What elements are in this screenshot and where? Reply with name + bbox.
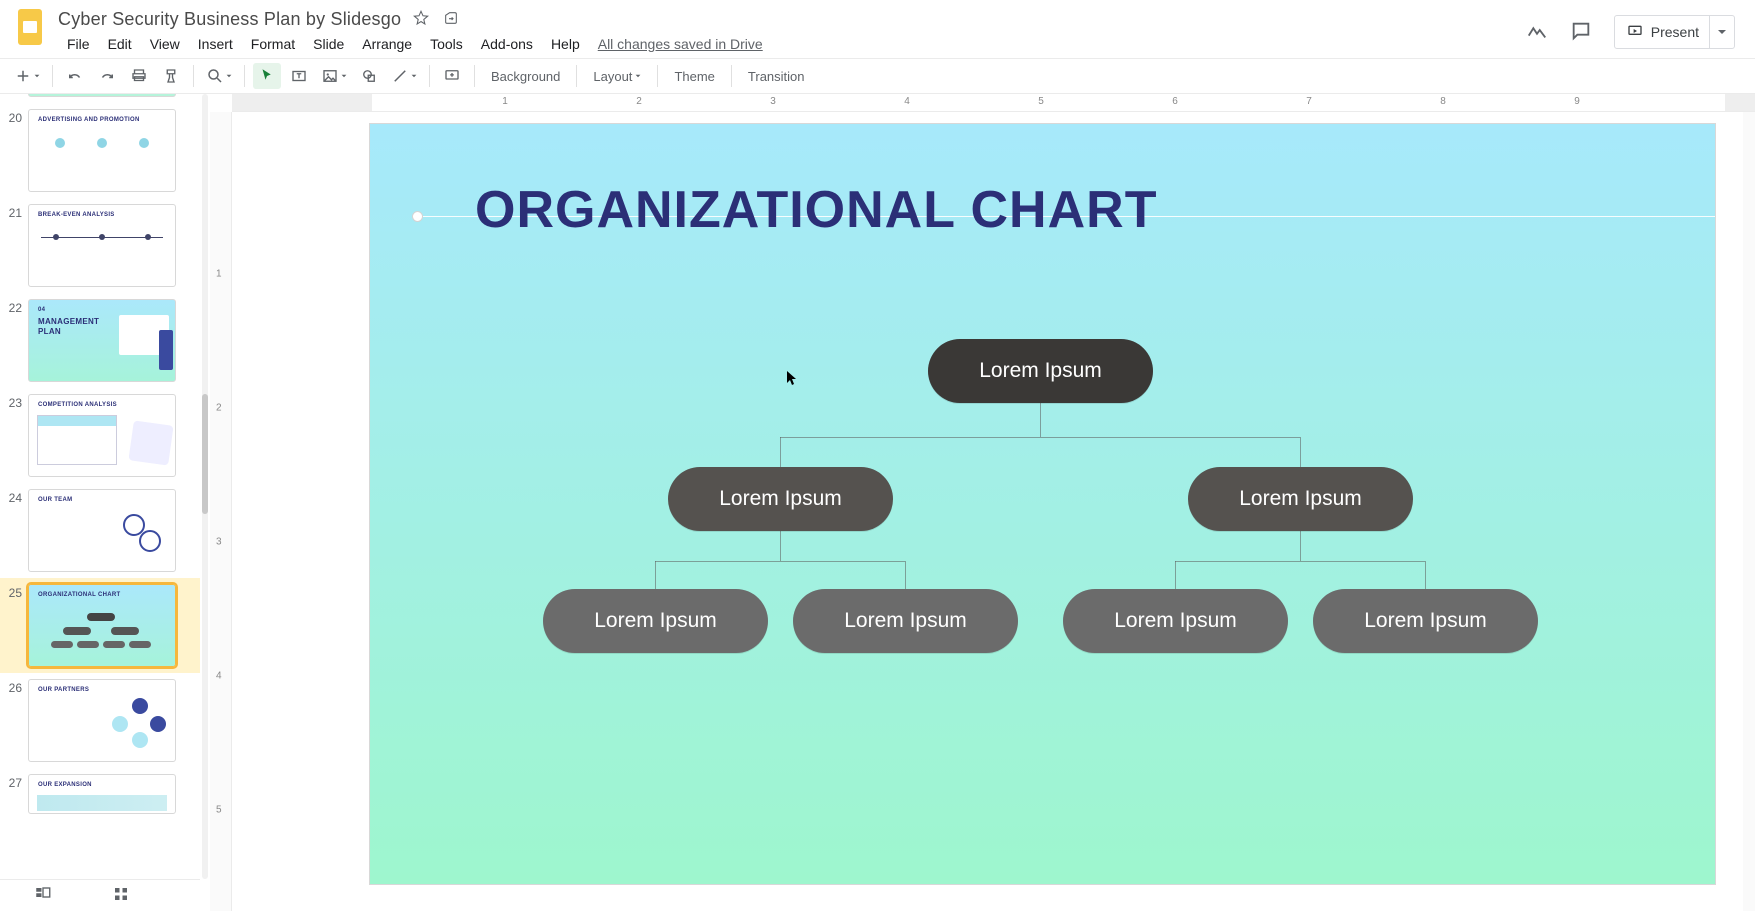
toolbar: Background Layout Theme Transition (0, 58, 1755, 94)
filmstrip-footer (0, 879, 200, 911)
menu-slide[interactable]: Slide (304, 34, 353, 54)
menu-arrange[interactable]: Arrange (353, 34, 421, 54)
comments-icon[interactable] (1570, 20, 1592, 45)
slide-thumb-25[interactable]: 25 ORGANIZATIONAL CHART (0, 578, 200, 673)
slide-thumb-23[interactable]: 23 COMPETITION ANALYSIS (0, 388, 200, 483)
slide-number: 22 (6, 299, 28, 315)
present-dropdown[interactable] (1709, 16, 1734, 48)
canvas-scrollbar[interactable] (1743, 112, 1755, 911)
slide-thumb-20[interactable]: 20 ADVERTISING AND PROMOTION (0, 103, 200, 198)
activity-icon[interactable] (1526, 20, 1548, 45)
vertical-ruler[interactable]: 1 2 3 4 5 (210, 112, 232, 911)
transition-button[interactable]: Transition (738, 63, 815, 89)
org-node-l2d[interactable]: Lorem Ipsum (1313, 589, 1538, 653)
org-chart: Lorem Ipsum Lorem Ipsum Lorem Ipsum Lore… (370, 339, 1715, 884)
menu-view[interactable]: View (141, 34, 189, 54)
paint-format-button[interactable] (157, 63, 185, 89)
org-node-l1b[interactable]: Lorem Ipsum (1188, 467, 1413, 531)
slide-canvas[interactable]: ORGANIZATIONAL CHART Lo (370, 124, 1715, 884)
layout-button[interactable]: Layout (583, 63, 651, 89)
present-button[interactable]: Present (1614, 15, 1735, 49)
slide-number: 21 (6, 204, 28, 220)
slide-thumb-21[interactable]: 21 BREAK-EVEN ANALYSIS (0, 198, 200, 293)
menu-format[interactable]: Format (242, 34, 304, 54)
background-button[interactable]: Background (481, 63, 570, 89)
org-node-root[interactable]: Lorem Ipsum (928, 339, 1153, 403)
slide-thumb-22[interactable]: 22 04 MANAGEMENT PLAN (0, 293, 200, 388)
menu-file[interactable]: File (58, 34, 99, 54)
title-dot (412, 211, 423, 222)
line-tool[interactable] (387, 63, 421, 89)
image-tool[interactable] (317, 63, 351, 89)
theme-button[interactable]: Theme (664, 63, 724, 89)
undo-button[interactable] (61, 63, 89, 89)
document-title[interactable]: Cyber Security Business Plan by Slidesgo (58, 9, 401, 30)
cursor-icon (786, 370, 796, 384)
textbox-tool[interactable] (285, 63, 313, 89)
org-node-l2c[interactable]: Lorem Ipsum (1063, 589, 1288, 653)
filmstrip[interactable]: 20 ADVERTISING AND PROMOTION 21 BREAK-EV… (0, 94, 200, 911)
menu-addons[interactable]: Add-ons (472, 34, 542, 54)
slide-thumb-26[interactable]: 26 OUR PARTNERS (0, 673, 200, 768)
slide-number: 20 (6, 109, 28, 125)
slides-app-icon[interactable] (10, 7, 50, 47)
slide-thumb-27[interactable]: 27 OUR EXPANSION (0, 768, 200, 820)
org-node-l2b[interactable]: Lorem Ipsum (793, 589, 1018, 653)
filmstrip-view-icon[interactable] (34, 885, 52, 906)
save-status[interactable]: All changes saved in Drive (589, 34, 772, 54)
slide-number: 27 (6, 774, 28, 790)
move-icon[interactable] (443, 10, 459, 29)
slide-title[interactable]: ORGANIZATIONAL CHART (475, 180, 1157, 240)
menu-help[interactable]: Help (542, 34, 589, 54)
filmstrip-scrollbar[interactable] (200, 94, 210, 911)
titlebar: Cyber Security Business Plan by Slidesgo… (0, 0, 1755, 58)
comment-button[interactable] (438, 63, 466, 89)
slide-number: 23 (6, 394, 28, 410)
org-node-l1a[interactable]: Lorem Ipsum (668, 467, 893, 531)
grid-view-icon[interactable] (112, 885, 130, 906)
zoom-button[interactable] (202, 63, 236, 89)
present-icon (1627, 23, 1643, 42)
star-icon[interactable] (413, 10, 429, 29)
redo-button[interactable] (93, 63, 121, 89)
slide-thumb-24[interactable]: 24 OUR TEAM (0, 483, 200, 578)
layout-label: Layout (593, 69, 632, 84)
shape-tool[interactable] (355, 63, 383, 89)
menu-insert[interactable]: Insert (189, 34, 242, 54)
slide-number: 24 (6, 489, 28, 505)
present-label: Present (1651, 24, 1699, 40)
slide-number: 25 (6, 584, 28, 600)
slide-number: 26 (6, 679, 28, 695)
menu-bar: File Edit View Insert Format Slide Arran… (58, 30, 772, 54)
canvas-area: 1 2 3 4 5 6 7 8 9 1 2 3 4 5 ORGANIZATION… (210, 94, 1755, 911)
horizontal-ruler[interactable]: 1 2 3 4 5 6 7 8 9 (232, 94, 1755, 112)
menu-tools[interactable]: Tools (421, 34, 472, 54)
print-button[interactable] (125, 63, 153, 89)
menu-edit[interactable]: Edit (99, 34, 141, 54)
workspace: 20 ADVERTISING AND PROMOTION 21 BREAK-EV… (0, 94, 1755, 911)
new-slide-button[interactable] (10, 63, 44, 89)
select-tool[interactable] (253, 63, 281, 89)
org-node-l2a[interactable]: Lorem Ipsum (543, 589, 768, 653)
